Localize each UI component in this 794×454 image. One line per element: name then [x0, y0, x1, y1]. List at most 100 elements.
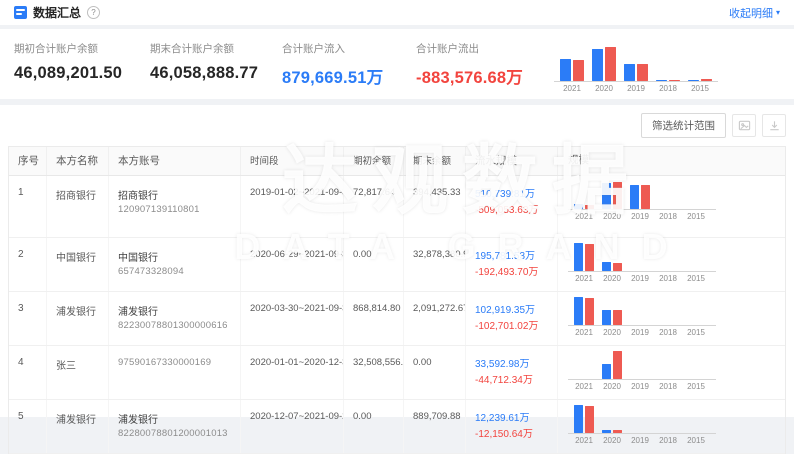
row-yearly-chart: 2021 2020 2019 2018 2015 — [568, 351, 720, 391]
chart-year-label: 2021 — [563, 84, 581, 93]
stat-label: 期初合计账户余额 — [14, 41, 150, 56]
chart-year-group: 2019 — [630, 297, 650, 337]
stat-value: 46,089,201.50 — [14, 64, 150, 83]
cell-flow-scale: 12,239.61万 -12,150.64万 — [466, 400, 558, 453]
page-title: 数据汇总 — [33, 4, 81, 21]
cell-opening-balance: 72,817.64 — [344, 176, 404, 237]
row-yearly-chart: 20212020201920182015 — [568, 297, 720, 337]
chart-year-group: 2020 — [602, 297, 622, 337]
chart-year-group: 2019 — [624, 43, 648, 93]
cell-name: 张三 — [47, 346, 109, 399]
chart-bar — [637, 64, 648, 81]
inflow-value: 195,781.53万 — [475, 251, 535, 262]
chart-year-group: 2018 — [658, 181, 678, 221]
account-bank-name: 招商银行 — [118, 187, 231, 202]
cell-scale-chart: 20212020201920182015 — [558, 238, 785, 291]
chart-year-label: 2019 — [631, 212, 649, 221]
stat-opening-balance: 期初合计账户余额 46,089,201.50 — [14, 41, 150, 83]
chart-year-label: 2020 — [595, 84, 613, 93]
inflow-value: 102,919.35万 — [475, 305, 535, 316]
cell-scale-chart: 20212020201920182015 — [558, 400, 785, 453]
cell-closing-balance: 394,435.33 — [404, 176, 466, 237]
stat-total-outflow: 合计账户流出 -883,576.68万 — [416, 41, 554, 88]
chart-year-label: 2019 — [631, 436, 649, 445]
chart-year-group: 2021 — [574, 405, 594, 445]
chart-year-group: 2021 — [574, 243, 594, 283]
outflow-value: -44,712.34万 — [475, 375, 533, 386]
stat-label: 合计账户流出 — [416, 41, 554, 56]
summary-chart-wrap: 20212020201920182015 — [554, 41, 722, 93]
chart-year-label: 2015 — [691, 84, 709, 93]
chart-year-group: 2015 — [686, 351, 706, 391]
chart-year-group: 2018 — [658, 297, 678, 337]
chart-year-label: 2015 — [687, 212, 705, 221]
chart-axis — [554, 81, 718, 82]
chart-year-group: 2020 — [592, 43, 616, 93]
chart-year-label: 2019 — [631, 382, 649, 391]
chart-year-label: 2020 — [603, 382, 621, 391]
cell-flow-scale: 102,919.35万 -102,701.02万 — [466, 292, 558, 345]
chart-bar — [574, 297, 583, 325]
cell-flow-scale: 195,781.53万 -192,493.70万 — [466, 238, 558, 291]
accounts-table: 序号 本方名称 本方账号 时间段 期初余额 期末余额 流水规模 规模 1 招商银… — [8, 146, 786, 454]
cell-no: 2 — [9, 238, 47, 291]
chart-axis — [568, 209, 716, 210]
table-row: 1 招商银行 招商银行 120907139110801 2019-01-02~2… — [9, 176, 785, 238]
outflow-value: -192,493.70万 — [475, 267, 538, 278]
image-export-button[interactable] — [732, 114, 756, 137]
account-number: 120907139110801 — [118, 204, 231, 215]
table-row: 3 浦发银行 浦发银行 82230078801300000616 2020-03… — [9, 292, 785, 346]
collapse-details-button[interactable]: 收起明细 ▾ — [729, 5, 780, 21]
chart-axis — [568, 325, 716, 326]
chart-year-label: 2020 — [603, 436, 621, 445]
row-yearly-chart: 20212020201920182015 — [568, 243, 720, 283]
table-header-row: 序号 本方名称 本方账号 时间段 期初余额 期末余额 流水规模 规模 — [9, 147, 785, 176]
col-header-no: 序号 — [9, 147, 47, 175]
inflow-value: 33,592.98万 — [475, 359, 530, 370]
col-header-name: 本方名称 — [47, 147, 109, 175]
chart-bar — [602, 310, 611, 325]
help-icon[interactable]: ? — [87, 6, 100, 19]
chart-year-group: 2015 — [686, 297, 706, 337]
filter-range-button[interactable]: 筛选统计范围 — [641, 113, 726, 138]
chart-bar — [613, 351, 622, 379]
cell-account: 招商银行 120907139110801 — [109, 176, 241, 237]
row-yearly-chart: 20212020201920182015 — [568, 181, 720, 221]
chart-year-label: 2018 — [659, 382, 677, 391]
download-button[interactable] — [762, 114, 786, 137]
chart-axis — [568, 379, 716, 380]
cell-opening-balance: 0.00 — [344, 238, 404, 291]
cell-closing-balance: 889,709.88 — [404, 400, 466, 453]
cell-name: 招商银行 — [47, 176, 109, 237]
chart-bar — [573, 60, 584, 81]
chart-bar — [641, 185, 650, 209]
chart-year-label: 2021 — [575, 382, 593, 391]
title-wrap: 数据汇总 ? — [14, 4, 100, 21]
account-number: 82280078801200001013 — [118, 428, 231, 439]
chart-bar — [585, 406, 594, 433]
col-header-opening: 期初余额 — [344, 147, 404, 175]
stat-value: 46,058,888.77 — [150, 64, 282, 83]
cell-closing-balance: 0.00 — [404, 346, 466, 399]
chart-year-group: 2020 — [602, 181, 622, 221]
data-summary-icon — [14, 6, 27, 19]
chart-year-group: 2020 — [602, 243, 622, 283]
inflow-value: 510,739.81万 — [475, 189, 535, 200]
summary-section: 期初合计账户余额 46,089,201.50 期末合计账户余额 46,058,8… — [0, 29, 794, 99]
cell-name: 浦发银行 — [47, 400, 109, 453]
download-icon — [768, 119, 781, 132]
chart-year-group: 2015 — [686, 405, 706, 445]
chart-year-label: 2020 — [603, 212, 621, 221]
chart-bar — [624, 64, 635, 81]
cell-name: 浦发银行 — [47, 292, 109, 345]
outflow-value: -509,053.63万 — [475, 205, 538, 216]
chart-year-label: 2019 — [631, 328, 649, 337]
chart-bar — [585, 298, 594, 325]
cell-period: 2020-03-30~2021-09-30 — [241, 292, 344, 345]
chart-bar — [613, 263, 622, 271]
chart-bar — [574, 243, 583, 271]
row-yearly-chart: 20212020201920182015 — [568, 405, 720, 445]
chart-year-label: 2018 — [659, 212, 677, 221]
table-body: 1 招商银行 招商银行 120907139110801 2019-01-02~2… — [9, 176, 785, 454]
account-bank-name: 中国银行 — [118, 249, 231, 264]
